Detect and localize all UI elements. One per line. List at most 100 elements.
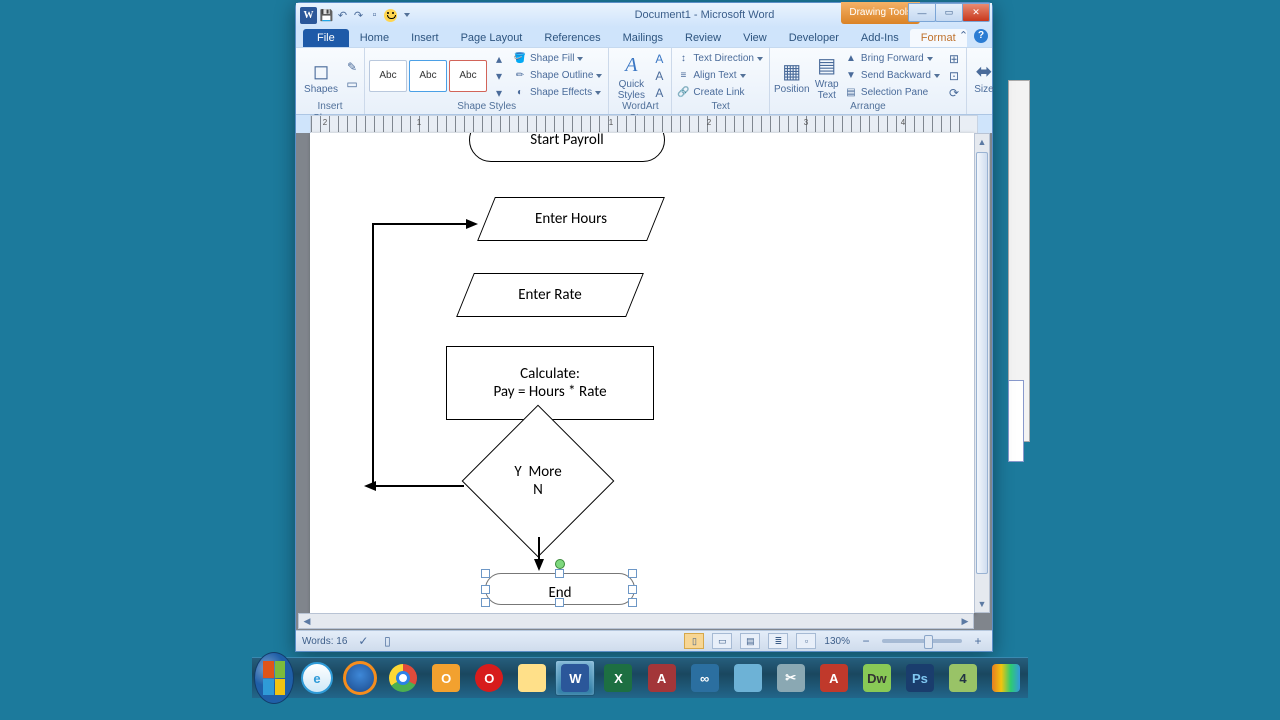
text-outline-icon[interactable]: A bbox=[651, 68, 667, 84]
scroll-left-icon[interactable]: ◀ bbox=[299, 614, 315, 628]
tab-page-layout[interactable]: Page Layout bbox=[450, 29, 534, 47]
draft-view-button[interactable]: ▫ bbox=[796, 633, 816, 649]
shape-style-1[interactable]: Abc bbox=[369, 60, 407, 92]
gallery-down-icon[interactable]: ▾ bbox=[491, 68, 507, 84]
tab-view[interactable]: View bbox=[732, 29, 778, 47]
minimize-button[interactable]: — bbox=[908, 3, 936, 22]
align-icon[interactable]: ⊞ bbox=[946, 51, 962, 67]
resize-handle-w[interactable] bbox=[481, 585, 490, 594]
taskbar-photoshop[interactable]: Ps bbox=[900, 660, 940, 696]
redo-icon[interactable]: ↷ bbox=[352, 9, 365, 22]
shape-outline-button[interactable]: ✏Shape Outline bbox=[513, 68, 604, 84]
taskbar-explorer[interactable] bbox=[512, 660, 552, 696]
document-page[interactable]: Start Payroll Enter Hours Enter Rate Cal… bbox=[310, 133, 974, 613]
shapes-button[interactable]: ◻ Shapes bbox=[300, 56, 342, 95]
horizontal-scrollbar[interactable]: ◀ ▶ bbox=[298, 613, 974, 629]
zoom-slider-thumb[interactable] bbox=[924, 635, 933, 649]
zoom-in-button[interactable]: + bbox=[970, 633, 986, 649]
resize-handle-se[interactable] bbox=[628, 598, 637, 607]
text-box-icon[interactable]: ▭ bbox=[344, 76, 360, 92]
flowchart-start-terminator[interactable]: Start Payroll bbox=[469, 133, 665, 162]
shape-style-2[interactable]: Abc bbox=[409, 60, 447, 92]
help-icon[interactable]: ? bbox=[974, 29, 988, 43]
taskbar-chrome[interactable] bbox=[383, 660, 423, 696]
zoom-slider[interactable] bbox=[882, 639, 962, 643]
taskbar-firefox[interactable] bbox=[340, 660, 380, 696]
spell-check-icon[interactable]: ✓ bbox=[355, 633, 371, 649]
taskbar-reader[interactable]: A bbox=[814, 660, 854, 696]
taskbar-opera[interactable]: O bbox=[469, 660, 509, 696]
shape-effects-button[interactable]: ◐Shape Effects bbox=[513, 85, 604, 101]
flowchart-decision-more[interactable]: Y More N bbox=[462, 425, 614, 537]
web-layout-view-button[interactable]: ▤ bbox=[740, 633, 760, 649]
taskbar-snip[interactable]: ✂ bbox=[771, 660, 811, 696]
size-button[interactable]: ⬌ Size bbox=[971, 56, 997, 95]
text-direction-button[interactable]: ↕Text Direction bbox=[676, 51, 765, 67]
tab-mailings[interactable]: Mailings bbox=[612, 29, 674, 47]
taskbar-excel[interactable]: X bbox=[598, 660, 638, 696]
word-app-icon[interactable]: W bbox=[300, 7, 317, 24]
maximize-button[interactable]: ▭ bbox=[935, 3, 963, 22]
align-text-button[interactable]: ≡Align Text bbox=[676, 68, 765, 84]
resize-handle-n[interactable] bbox=[555, 569, 564, 578]
flowchart-input-rate[interactable]: Enter Rate bbox=[465, 273, 635, 317]
tab-file[interactable]: File bbox=[303, 29, 349, 47]
text-fill-icon[interactable]: A bbox=[651, 51, 667, 67]
shape-fill-button[interactable]: 🪣Shape Fill bbox=[513, 51, 604, 67]
tab-addins[interactable]: Add-Ins bbox=[850, 29, 910, 47]
selection-pane-button[interactable]: ▤Selection Pane bbox=[844, 85, 942, 101]
tab-references[interactable]: References bbox=[533, 29, 611, 47]
full-screen-view-button[interactable]: ▭ bbox=[712, 633, 732, 649]
tab-review[interactable]: Review bbox=[674, 29, 732, 47]
taskbar-access[interactable]: A bbox=[642, 660, 682, 696]
resize-handle-nw[interactable] bbox=[481, 569, 490, 578]
taskbar-notepad4[interactable]: 4 bbox=[943, 660, 983, 696]
flowchart-end-terminator-selected[interactable]: End bbox=[485, 573, 633, 603]
taskbar-word[interactable]: W bbox=[555, 660, 595, 696]
minimize-ribbon-icon[interactable]: ⌃ bbox=[957, 29, 970, 42]
taskbar-outlook[interactable]: O bbox=[426, 660, 466, 696]
scroll-right-icon[interactable]: ▶ bbox=[957, 614, 973, 628]
position-button[interactable]: ▦ Position bbox=[774, 56, 810, 95]
word-count[interactable]: Words: 16 bbox=[302, 636, 347, 647]
new-icon[interactable]: ▫ bbox=[368, 9, 381, 22]
shape-style-3[interactable]: Abc bbox=[449, 60, 487, 92]
vertical-scrollbar[interactable]: ▲ ▼ bbox=[974, 133, 990, 613]
quick-styles-button[interactable]: A Quick Styles bbox=[613, 51, 649, 101]
start-button[interactable] bbox=[254, 658, 294, 698]
create-link-button[interactable]: 🔗Create Link bbox=[676, 85, 765, 101]
taskbar-ie[interactable]: e bbox=[297, 660, 337, 696]
vertical-scroll-thumb[interactable] bbox=[976, 152, 988, 574]
gallery-up-icon[interactable]: ▴ bbox=[491, 51, 507, 67]
rotation-handle[interactable] bbox=[555, 559, 565, 569]
resize-handle-e[interactable] bbox=[628, 585, 637, 594]
undo-icon[interactable]: ↶ bbox=[336, 9, 349, 22]
scroll-up-icon[interactable]: ▲ bbox=[975, 134, 989, 150]
print-layout-view-button[interactable]: ▯ bbox=[684, 633, 704, 649]
outline-view-button[interactable]: ≣ bbox=[768, 633, 788, 649]
taskbar-app[interactable]: ∞ bbox=[685, 660, 725, 696]
taskbar-notepad[interactable] bbox=[728, 660, 768, 696]
close-button[interactable]: ✕ bbox=[962, 3, 990, 22]
resize-handle-ne[interactable] bbox=[628, 569, 637, 578]
smiley-icon[interactable] bbox=[384, 9, 397, 22]
text-effects-icon[interactable]: A bbox=[651, 85, 667, 101]
bring-forward-button[interactable]: ▲Bring Forward bbox=[844, 51, 942, 67]
tab-insert[interactable]: Insert bbox=[400, 29, 450, 47]
tab-home[interactable]: Home bbox=[349, 29, 400, 47]
group-icon[interactable]: ⊡ bbox=[946, 68, 962, 84]
macro-icon[interactable]: ▯ bbox=[379, 633, 395, 649]
flowchart-input-hours[interactable]: Enter Hours bbox=[486, 197, 656, 241]
flowchart-process-calculate[interactable]: Calculate: Pay = Hours * Rate bbox=[446, 346, 654, 420]
edit-shape-icon[interactable]: ✎ bbox=[344, 59, 360, 75]
wrap-text-button[interactable]: ▤ Wrap Text bbox=[812, 51, 842, 101]
send-backward-button[interactable]: ▼Send Backward bbox=[844, 68, 942, 84]
zoom-out-button[interactable]: − bbox=[858, 633, 874, 649]
save-icon[interactable]: 💾 bbox=[320, 9, 333, 22]
rotate-icon[interactable]: ⟳ bbox=[946, 85, 962, 101]
tab-developer[interactable]: Developer bbox=[778, 29, 850, 47]
scroll-down-icon[interactable]: ▼ bbox=[975, 596, 989, 612]
zoom-level[interactable]: 130% bbox=[824, 636, 850, 647]
taskbar-movie[interactable] bbox=[986, 660, 1026, 696]
resize-handle-sw[interactable] bbox=[481, 598, 490, 607]
